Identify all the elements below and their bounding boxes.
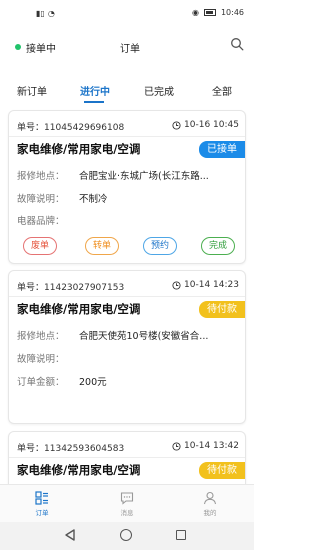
tab-completed[interactable]: 已完成 — [144, 83, 174, 98]
message-icon — [120, 492, 134, 505]
app-header: 接单中 订单 — [0, 28, 254, 68]
nav-messages[interactable]: 消息 — [107, 491, 147, 517]
tab-in-progress[interactable]: 进行中 — [80, 83, 110, 98]
order-card-1[interactable]: 单号：11045429696108 10-16 10:45 家电维修/常用家电/… — [8, 110, 246, 264]
status-icons-left: ▮▯ ◔ — [36, 9, 55, 18]
order-list-icon — [35, 491, 48, 505]
transfer-order-button[interactable]: 转单 — [85, 237, 119, 255]
service-title: 家电维修/常用家电/空调 — [17, 142, 141, 156]
clock-icon — [172, 280, 181, 290]
status-icons-right: ◉ 10:46 — [192, 8, 244, 17]
status-time: 10:46 — [220, 8, 244, 17]
page-title: 订单 — [120, 44, 140, 55]
status-badge: 待付款 — [199, 301, 245, 318]
abandon-order-button[interactable]: 废单 — [23, 237, 57, 255]
order-time: 10-14 13:42 — [172, 441, 239, 451]
nav-orders-label: 订单 — [35, 509, 49, 517]
signal-icon: ▮▯ — [36, 9, 45, 18]
clock-icon — [172, 120, 181, 130]
service-title: 家电维修/常用家电/空调 — [17, 463, 141, 477]
nav-orders[interactable]: 订单 — [22, 491, 62, 517]
bottom-navigation: 订单 消息 我的 — [0, 484, 254, 522]
order-actions: 废单 转单 预约 完成 — [23, 237, 243, 257]
status-bar: ▮▯ ◔ ◉ 10:46 — [0, 0, 254, 28]
service-title: 家电维修/常用家电/空调 — [17, 302, 141, 316]
order-card-3[interactable]: 单号：11342593604583 10-14 13:42 家电维修/常用家电/… — [8, 431, 246, 491]
order-number: 单号：11045429696108 — [17, 123, 125, 133]
active-tab-indicator — [84, 101, 104, 103]
nav-profile[interactable]: 我的 — [190, 491, 230, 517]
card-divider — [9, 136, 245, 137]
status-badge: 待付款 — [199, 462, 245, 479]
repair-location-row: 报修地点： 合肥宝业·东城广场(长江东路... — [17, 171, 209, 182]
card-divider — [9, 457, 245, 458]
online-status-toggle[interactable]: 接单中 — [26, 40, 56, 55]
clock-icon — [172, 441, 181, 451]
tab-new-orders[interactable]: 新订单 — [17, 83, 47, 98]
order-tabs: 新订单 进行中 已完成 全部 — [0, 80, 254, 104]
status-badge: 已接单 — [199, 141, 245, 158]
wechat-icon: ◔ — [47, 9, 55, 18]
order-number: 单号：11342593604583 — [17, 444, 125, 454]
battery-icon — [203, 9, 216, 16]
online-status-dot — [15, 44, 21, 50]
order-number: 单号：11423027907153 — [17, 283, 125, 293]
complete-button[interactable]: 完成 — [201, 237, 235, 255]
eye-icon: ◉ — [191, 8, 199, 17]
fault-description-row: 故障说明： 不制冷 — [17, 194, 108, 205]
order-amount-row: 订单金额： 200元 — [17, 377, 107, 388]
order-card-2[interactable]: 单号：11423027907153 10-14 14:23 家电维修/常用家电/… — [8, 270, 246, 424]
nav-profile-label: 我的 — [203, 509, 217, 517]
system-navigation-bar — [0, 522, 254, 550]
search-icon[interactable] — [230, 37, 244, 51]
tab-all[interactable]: 全部 — [212, 83, 232, 98]
repair-location-row: 报修地点： 合肥天使苑10号楼(安徽省合... — [17, 331, 209, 342]
back-icon[interactable] — [64, 529, 76, 541]
recent-apps-icon[interactable] — [176, 530, 186, 540]
fault-description-row: 故障说明： — [17, 354, 65, 365]
schedule-button[interactable]: 预约 — [143, 237, 177, 255]
order-time: 10-14 14:23 — [172, 280, 239, 290]
home-icon[interactable] — [120, 529, 132, 541]
user-icon — [203, 491, 217, 505]
card-divider — [9, 296, 245, 297]
appliance-brand-row: 电器品牌： — [17, 216, 65, 227]
order-time: 10-16 10:45 — [172, 120, 239, 130]
nav-messages-label: 消息 — [120, 509, 134, 517]
